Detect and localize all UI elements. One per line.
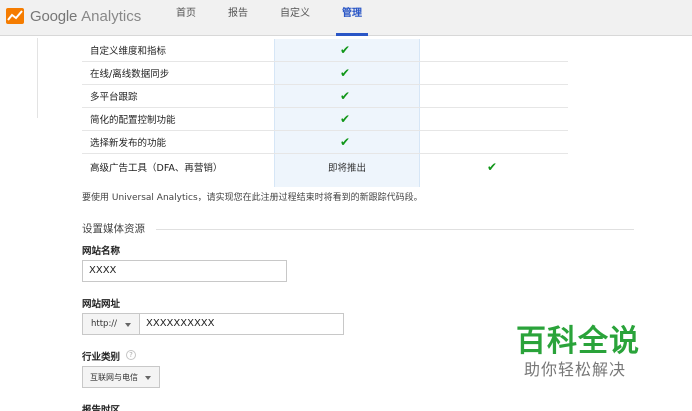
section-title: 设置媒体资源 [82,223,145,235]
table-row: 自定义维度和指标 ✔ [82,39,568,62]
universal-analytics-note: 要使用 Universal Analytics，请实现您在此注册过程结束时将看到… [82,193,423,203]
nav-reports[interactable]: 报告 [212,0,264,36]
check-icon: ✔ [340,112,351,126]
site-url-label: 网站网址 [82,299,121,310]
industry-label: 行业类别 [82,352,121,363]
logo-google-text: Google [30,7,78,25]
site-url-input[interactable]: XXXXXXXXXX [139,313,344,335]
top-bar: Google Analytics 首页 报告 自定义 管理 [0,0,692,36]
analytics-logo-icon [6,8,24,24]
main-nav: 首页 报告 自定义 管理 [160,0,378,36]
feature-table: 自定义维度和指标 ✔ 在线/离线数据同步 ✔ 多平台跟踪 ✔ 简化的配置控制功能… [82,39,568,187]
check-icon: ✔ [487,160,498,174]
check-icon: ✔ [340,43,351,57]
timezone-label: 报告时区 [82,405,121,411]
feature-label: 选择新发布的功能 [90,138,167,149]
nav-home[interactable]: 首页 [160,0,212,36]
feature-label: 高级广告工具（DFA、再营销） [90,163,223,174]
check-icon: ✔ [340,66,351,80]
check-icon: ✔ [340,135,351,149]
coming-soon-text: 即将推出 [328,163,367,174]
section-divider [156,229,634,230]
protocol-select[interactable]: http:// [82,313,140,335]
protocol-value: http:// [91,319,118,329]
feature-label: 在线/离线数据同步 [90,69,170,80]
table-row: 简化的配置控制功能 ✔ [82,108,568,131]
feature-label: 简化的配置控制功能 [90,115,176,126]
google-analytics-logo[interactable]: Google Analytics [6,6,141,26]
industry-select[interactable]: 互联网与电信 [82,366,160,388]
site-name-input[interactable]: XXXX [82,260,287,282]
chevron-down-icon [125,323,131,327]
feature-label: 多平台跟踪 [90,92,138,103]
table-row: 选择新发布的功能 ✔ [82,131,568,154]
site-name-label: 网站名称 [82,246,121,257]
table-row: 高级广告工具（DFA、再营销） 即将推出 ✔ [82,154,568,180]
table-row: 多平台跟踪 ✔ [82,85,568,108]
watermark-subtitle: 助你轻松解决 [524,360,627,379]
left-divider [37,38,38,118]
watermark-title: 百科全说 [516,324,640,359]
table-row: 在线/离线数据同步 ✔ [82,62,568,85]
feature-label: 自定义维度和指标 [90,46,167,57]
check-icon: ✔ [340,89,351,103]
logo-analytics-text: Analytics [81,7,142,25]
nav-admin[interactable]: 管理 [326,0,378,36]
industry-value: 互联网与电信 [90,373,138,382]
help-icon[interactable]: ? [126,350,136,360]
chevron-down-icon [145,376,151,380]
nav-customize[interactable]: 自定义 [264,0,326,36]
